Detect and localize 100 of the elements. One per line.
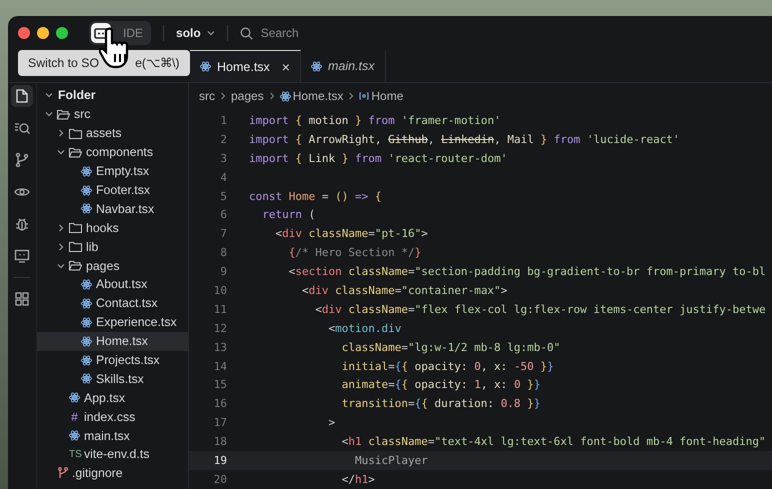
minimize-window-button[interactable] [37, 27, 49, 39]
file-item[interactable]: Navbar.tsx [37, 199, 188, 218]
code-line: const Home = () => { [249, 190, 382, 202]
code-line: import { Link } from 'react-router-dom' [249, 152, 508, 165]
close-button[interactable]: × [282, 58, 290, 74]
line-number: 9 [219, 265, 227, 278]
workspace-dropdown[interactable]: solo [176, 26, 215, 40]
code-line: MusicPlayer [354, 454, 428, 467]
code-line: <div className="pt-16"> [274, 227, 428, 240]
line-number: 4 [219, 170, 227, 184]
file-item[interactable]: Experience.tsx [37, 312, 188, 332]
atom-icon [81, 373, 92, 384]
line-number: 3 [219, 152, 227, 165]
line-number: 2 [219, 132, 227, 146]
breadcrumb-item[interactable]: src [199, 89, 215, 103]
ts-icon: TS [69, 448, 80, 460]
code-line: return ( [261, 208, 316, 222]
file-item[interactable]: .gitignore [37, 464, 188, 483]
editor-tab[interactable]: Home.tsx × [190, 50, 301, 82]
chevron-icon [57, 242, 65, 251]
breadcrumb-item[interactable]: pages [231, 89, 264, 103]
code-line: className="lg:w-1/2 mb-8 lg:mb-0" [340, 340, 560, 354]
chevron-icon [268, 92, 275, 100]
hash-icon: # [69, 410, 80, 424]
files-icon[interactable] [11, 85, 33, 107]
file-item[interactable]: Skills.tsx [37, 369, 188, 388]
chevron-icon [57, 129, 65, 138]
code-line: <div className="container-max"> [300, 284, 508, 297]
file-item[interactable]: Footer.tsx [37, 180, 188, 200]
breadcrumb-item[interactable]: Home.tsx [292, 89, 344, 103]
code-line: <motion.div [327, 322, 402, 335]
symbol-icon [359, 92, 370, 100]
atom-icon [81, 354, 92, 366]
search-field[interactable]: Search [258, 25, 383, 41]
line-number: 10 [212, 284, 227, 297]
file-item[interactable]: App.tsx [37, 388, 188, 408]
line-number: 7 [219, 227, 227, 240]
line-number: 8 [219, 246, 227, 260]
code-line: import { motion } from 'framer-motion' [249, 114, 501, 127]
chevron-icon [45, 91, 53, 99]
code-line: <div className="flex flex-col lg:flex-row items-center justify-betwe [314, 302, 766, 316]
open-folder-icon [57, 108, 70, 120]
atom-icon [81, 336, 92, 347]
open-folder-icon [69, 146, 82, 158]
ide-label: IDE [123, 26, 144, 40]
chevron-icon [348, 92, 354, 100]
code-line: <h1 className="text-4xl lg:text-6xl font-bold mb-4 font-heading" [340, 435, 766, 448]
chevron-icon [45, 110, 53, 118]
open-folder-icon [69, 260, 82, 272]
folder-item[interactable]: lib [37, 237, 188, 256]
folder-item[interactable]: hooks [37, 218, 188, 238]
file-item[interactable]: main.tsx [37, 426, 188, 446]
explorer-header[interactable]: Folder [37, 85, 188, 105]
file-item[interactable]: Empty.tsx [37, 162, 188, 181]
chevron-icon [57, 148, 65, 156]
code-line: initial={{ opacity: 0, x: -50 }} [340, 360, 554, 373]
atom-icon [69, 392, 80, 404]
folder-item[interactable]: components [37, 142, 188, 162]
atom-icon [310, 60, 322, 72]
line-number: 20 [212, 472, 227, 486]
editor-tab[interactable]: main.tsx [300, 50, 386, 82]
atom-icon [81, 298, 92, 309]
atom-icon [81, 184, 92, 196]
line-number: 19 [212, 454, 227, 467]
atom-icon [280, 90, 291, 102]
file-item[interactable]: Contact.tsx [37, 294, 188, 313]
code-line: <section className="section-padding bg-gradient-to-br from-primary to-bl [288, 265, 766, 278]
line-number: 11 [212, 302, 227, 316]
line-number: 5 [219, 190, 227, 202]
line-number: 16 [212, 397, 227, 410]
atom-icon [81, 278, 92, 290]
branch-icon [57, 467, 68, 480]
chevron-icon [57, 224, 65, 232]
folder-icon [69, 241, 82, 252]
atom-icon [81, 316, 92, 328]
file-item[interactable]: Projects.tsx [37, 350, 188, 370]
folder-item[interactable]: assets [37, 124, 188, 143]
code-line: {/* Hero Section */} [288, 246, 422, 260]
file-item[interactable]: Home.tsx [37, 332, 188, 351]
atom-icon [81, 203, 92, 214]
atom-icon [69, 430, 80, 442]
line-number: 6 [219, 208, 227, 222]
folder-item[interactable]: src [37, 105, 188, 124]
search-icon [240, 26, 253, 40]
tooltip-text: e(⌥⌘\) [135, 56, 180, 70]
file-item[interactable]: # index.css [37, 407, 188, 426]
folder-icon [69, 222, 82, 234]
file-item[interactable]: TS vite-env.d.ts [37, 445, 188, 464]
close-window-button[interactable] [18, 27, 30, 39]
chevron-icon [220, 92, 226, 100]
atom-icon [200, 61, 211, 72]
maximize-window-button[interactable] [56, 27, 68, 39]
file-item[interactable]: About.tsx [37, 275, 188, 294]
code-line: </h1> [340, 472, 375, 486]
atom-icon [81, 166, 92, 177]
caret-icon [206, 30, 215, 36]
code-line: > [327, 416, 336, 430]
line-number: 15 [212, 378, 227, 392]
breadcrumb-item[interactable]: Home [371, 89, 404, 103]
folder-item[interactable]: pages [37, 256, 188, 276]
